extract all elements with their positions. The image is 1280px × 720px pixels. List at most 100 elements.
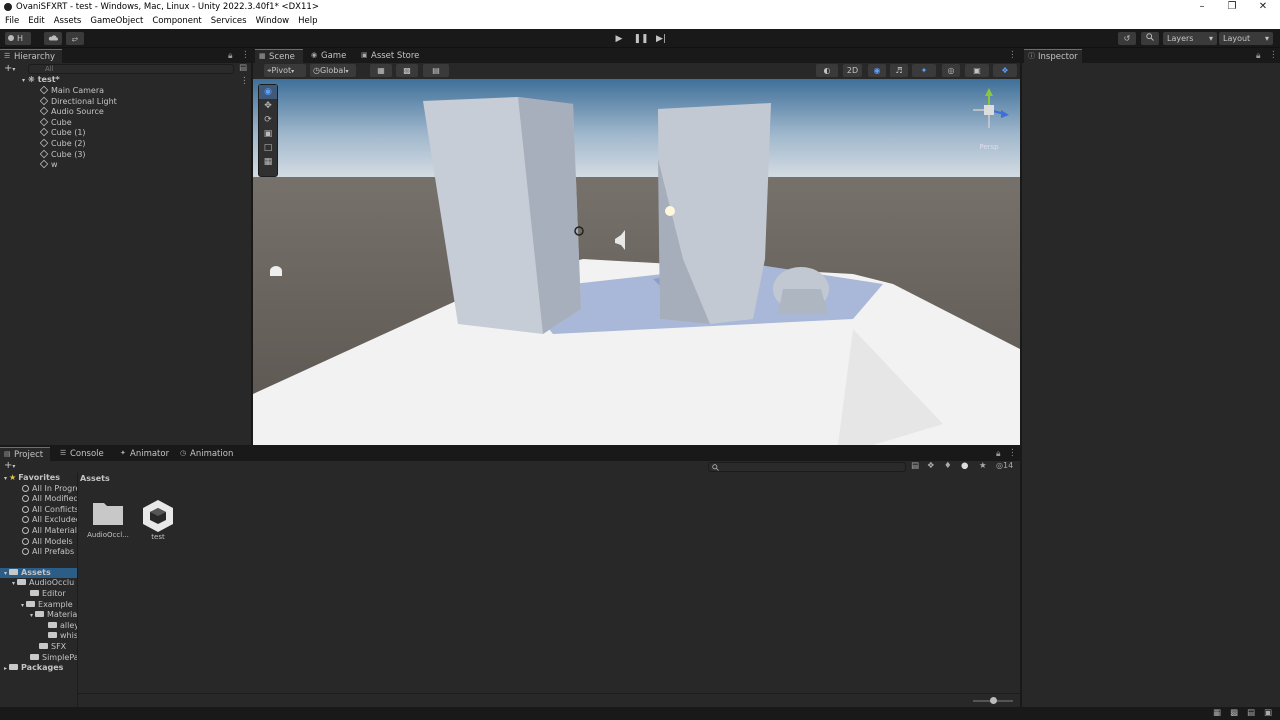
grid-toggle-button[interactable]: ▩	[396, 64, 418, 77]
favorite-item[interactable]: All Modified	[0, 494, 77, 505]
scene-viewport[interactable]: ◉ ✥ ⟳ ▣ □ ▦ Persp	[253, 79, 1020, 445]
scene-visibility-icon[interactable]: ▤	[239, 63, 247, 73]
search-button[interactable]	[1141, 32, 1159, 45]
hidden-objects-button[interactable]: ◎	[942, 64, 960, 77]
view-tool-button[interactable]: ◉	[259, 85, 277, 99]
menu-gameobject[interactable]: GameObject	[90, 15, 148, 29]
hierarchy-search-input[interactable]: All	[28, 64, 234, 74]
tree-folder[interactable]: SFX	[0, 642, 77, 653]
menu-window[interactable]: Window	[256, 15, 295, 29]
tab-scene[interactable]: ▦ Scene	[255, 49, 303, 63]
tree-folder[interactable]: ▾ AudioOcclu	[0, 578, 77, 589]
asset-tile[interactable]: test	[136, 498, 180, 541]
menu-services[interactable]: Services	[211, 15, 252, 29]
restore-button[interactable]: ❐	[1217, 0, 1247, 15]
camera-dropdown[interactable]: ▣	[965, 64, 989, 77]
draw-mode-button[interactable]: ◐	[816, 64, 838, 77]
create-add-button[interactable]: +▾	[4, 63, 15, 74]
hierarchy-item[interactable]: w	[39, 159, 117, 171]
step-button[interactable]: ▶|	[651, 32, 671, 46]
slider-thumb[interactable]	[990, 697, 997, 704]
favorites-header[interactable]: ▾ ★ Favorites	[0, 473, 77, 484]
effects-dropdown[interactable]: ✦	[912, 64, 936, 77]
play-button[interactable]: ▶	[609, 32, 629, 46]
scale-tool-button[interactable]: ▣	[259, 127, 277, 141]
hierarchy-item[interactable]: Cube	[39, 117, 117, 129]
lock-icon[interactable]: 🔒︎	[228, 51, 233, 61]
collab-button[interactable]: ⥂	[66, 32, 84, 45]
grid-snap-button[interactable]: ▦	[370, 64, 392, 77]
audio-toggle-button[interactable]: ♬	[890, 64, 908, 77]
lock-icon[interactable]: 🔒︎	[1256, 51, 1261, 61]
tree-folder[interactable]: alley	[0, 621, 77, 632]
more-options-icon[interactable]: ⋮	[241, 50, 250, 60]
search-by-type-icon[interactable]: ▤	[911, 461, 919, 471]
importer-icon[interactable]: ●	[961, 461, 968, 471]
menu-assets[interactable]: Assets	[54, 15, 87, 29]
lock-icon[interactable]: 🔒︎	[996, 449, 1001, 459]
hierarchy-item[interactable]: Cube (1)	[39, 128, 117, 139]
orientation-gizmo[interactable]: Persp	[963, 84, 1015, 154]
transform-tool-button[interactable]: ▦	[259, 155, 277, 169]
tree-folder[interactable]: SimplePa	[0, 653, 77, 664]
tree-folder[interactable]: Editor	[0, 589, 77, 600]
create-asset-button[interactable]: +▾	[4, 460, 15, 471]
layout-dropdown[interactable]: Layout ▾	[1219, 32, 1273, 45]
favorite-item[interactable]: All Prefabs	[0, 547, 77, 558]
increment-snap-button[interactable]: ▤	[423, 64, 449, 77]
tab-inspector[interactable]: ⓘ Inspector	[1024, 49, 1082, 63]
gizmos-dropdown[interactable]: ❖	[993, 64, 1017, 77]
project-search-input[interactable]	[708, 462, 906, 472]
hierarchy-item[interactable]: Cube (3)	[39, 149, 117, 161]
tab-console[interactable]: ☰ Console	[56, 447, 108, 461]
menu-file[interactable]: File	[5, 15, 24, 29]
tree-folder[interactable]: whis	[0, 631, 77, 642]
cache-icon[interactable]: ▤	[1247, 708, 1255, 718]
toggle-2d-button[interactable]: 2D	[843, 64, 862, 77]
layers-dropdown[interactable]: Layers ▾	[1163, 32, 1217, 45]
star-icon[interactable]: ★	[979, 461, 987, 471]
more-options-icon[interactable]: ⋮	[1008, 50, 1017, 60]
scene-root[interactable]: ▾ ❋ test*	[22, 75, 60, 86]
debug-icon[interactable]: ▩	[1230, 708, 1238, 718]
tab-asset-store[interactable]: ▣ Asset Store	[357, 49, 423, 63]
more-options-icon[interactable]: ⋮	[1269, 50, 1278, 60]
tab-hierarchy[interactable]: ☰ Hierarchy	[0, 49, 62, 63]
search-by-label-icon[interactable]: ❖	[927, 461, 935, 471]
menu-edit[interactable]: Edit	[28, 15, 49, 29]
packages-root[interactable]: ▸ Packages	[0, 663, 77, 674]
close-button[interactable]: ✕	[1248, 0, 1278, 15]
pivot-dropdown[interactable]: ⌖Pivot▾	[264, 64, 306, 77]
favorite-item[interactable]: All Excluded	[0, 515, 77, 526]
favorite-item[interactable]: All Materials	[0, 526, 77, 537]
scene-more-icon[interactable]: ⋮	[240, 76, 249, 86]
tag-icon[interactable]: ♦	[944, 461, 952, 471]
menu-help[interactable]: Help	[298, 15, 322, 29]
tree-folder[interactable]: ▾ Materia	[0, 610, 77, 621]
tab-game[interactable]: ◉ Game	[307, 49, 351, 63]
tree-folder[interactable]: ▾ Example	[0, 600, 77, 611]
account-button[interactable]: H	[5, 32, 31, 45]
hierarchy-item[interactable]: Directional Light	[39, 96, 117, 108]
favorite-item[interactable]: All In Progre	[0, 484, 77, 495]
hidden-packages-toggle[interactable]: ◎14	[996, 461, 1013, 470]
hierarchy-item[interactable]: Cube (2)	[39, 138, 117, 150]
global-dropdown[interactable]: ◷Global▾	[310, 64, 356, 77]
move-tool-button[interactable]: ✥	[259, 99, 277, 113]
hierarchy-item[interactable]: Audio Source	[39, 106, 117, 118]
hierarchy-item[interactable]: Main Camera	[39, 85, 117, 97]
favorite-item[interactable]: All Models	[0, 537, 77, 548]
cloud-button[interactable]	[44, 32, 62, 45]
lighting-status-icon[interactable]: ▣	[1264, 708, 1272, 718]
rotate-tool-button[interactable]: ⟳	[259, 113, 277, 127]
tab-animation[interactable]: ◷ Animation	[176, 447, 240, 461]
tab-animator[interactable]: ✦ Animator	[116, 447, 172, 461]
pause-button[interactable]: ❚❚	[631, 32, 651, 46]
assets-root[interactable]: ▾ Assets	[0, 567, 77, 579]
menu-component[interactable]: Component	[152, 15, 206, 29]
rect-tool-button[interactable]: □	[259, 141, 277, 155]
more-options-icon[interactable]: ⋮	[1008, 448, 1017, 458]
tab-project[interactable]: ▤ Project	[0, 447, 50, 461]
favorite-item[interactable]: All Conflicts	[0, 505, 77, 516]
asset-tile[interactable]: AudioOccl...	[86, 498, 130, 539]
